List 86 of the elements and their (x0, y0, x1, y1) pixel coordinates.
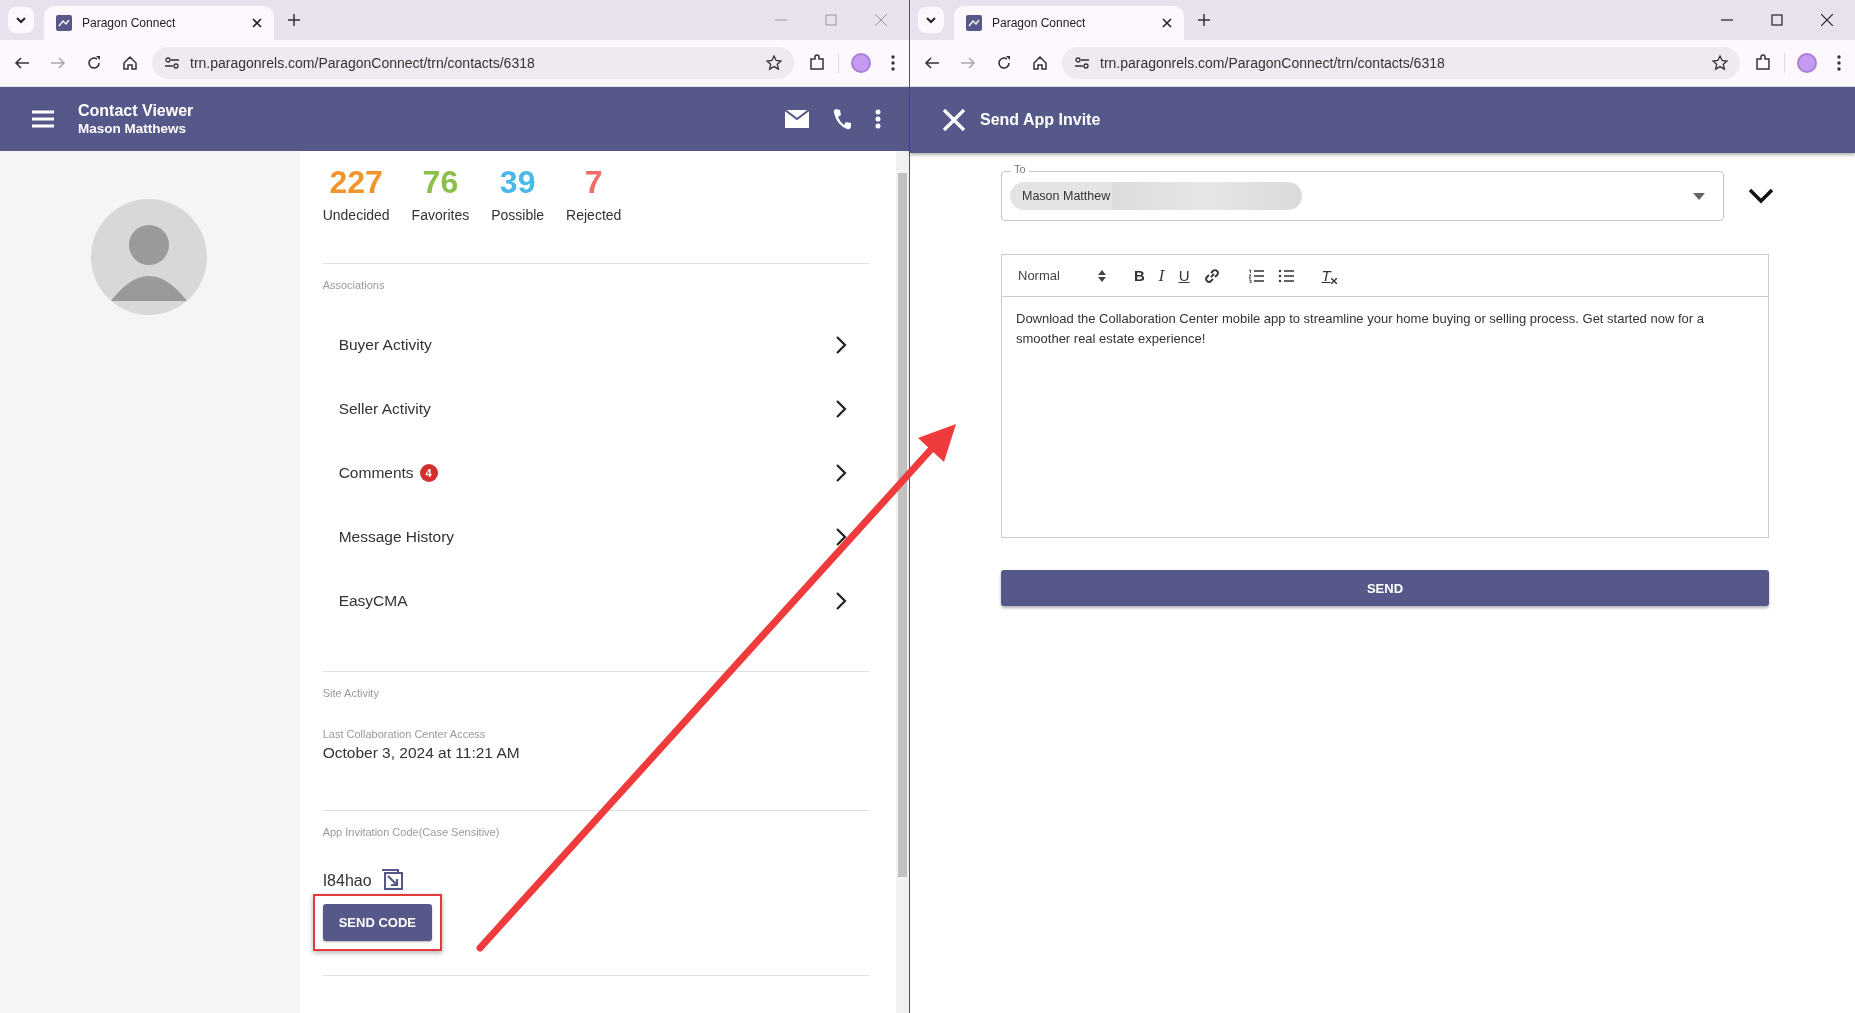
maximize-icon[interactable] (1771, 14, 1783, 26)
contact-name: Mason Matthews (78, 121, 187, 136)
back-icon[interactable] (14, 55, 30, 71)
stat-label: Favorites (411, 207, 470, 223)
stat-count: 76 (422, 163, 459, 201)
mail-icon[interactable] (785, 110, 809, 128)
profile-avatar[interactable] (1797, 53, 1817, 73)
numbered-list-icon[interactable] (1247, 268, 1264, 283)
address-bar[interactable]: trn.paragonrels.com/ParagonConnect/trn/contacts/6318 (152, 47, 794, 79)
send-code-button[interactable]: SEND CODE (322, 904, 432, 941)
extensions-icon[interactable] (808, 54, 826, 72)
home-icon[interactable] (122, 55, 138, 71)
stat-label: Undecided (322, 207, 390, 223)
reload-icon[interactable] (86, 55, 102, 71)
count-badge: 4 (419, 464, 438, 482)
format-select[interactable]: Normal (1018, 268, 1106, 283)
site-logo-icon (966, 15, 982, 31)
new-tab-icon[interactable] (1198, 14, 1210, 26)
profile-avatar[interactable] (851, 53, 871, 73)
tab-title: Paragon Connect (82, 16, 177, 30)
association-item[interactable]: EasyCMA (322, 569, 869, 633)
recipient-chip[interactable]: Mason Matthew (1010, 182, 1113, 210)
chevron-right-icon (835, 335, 847, 355)
url-text: trn.paragonrels.com/ParagonConnect/trn/contacts/6318 (1100, 55, 1446, 71)
browser-tab[interactable]: Paragon Connect (44, 6, 274, 40)
more-icon[interactable] (875, 109, 881, 129)
bookmark-star-icon[interactable] (1712, 55, 1728, 71)
message-text[interactable]: Download the Collaboration Center mobile app to streamline your home buying or selling process. Get started now for a smoother real estate experience! (1002, 297, 1768, 537)
site-logo-icon (56, 15, 72, 31)
association-item[interactable]: Message History (322, 505, 869, 569)
stat-count: 227 (329, 163, 383, 201)
bold-button[interactable]: B (1133, 267, 1145, 284)
chevron-down-icon (925, 14, 937, 26)
underline-button[interactable]: U (1178, 267, 1190, 284)
association-item[interactable]: Comments 4 (322, 441, 869, 505)
stat-label: Rejected (566, 207, 622, 223)
browser-tab[interactable]: Paragon Connect (954, 6, 1184, 40)
close-icon[interactable] (252, 18, 262, 28)
field-label: To (1011, 163, 1029, 175)
new-tab-icon[interactable] (288, 14, 300, 26)
invitation-code: I84hao (322, 872, 372, 890)
sort-arrows-icon (1097, 269, 1106, 282)
copy-icon[interactable] (379, 868, 404, 890)
more-icon[interactable] (1837, 55, 1841, 71)
bullet-list-icon[interactable] (1277, 268, 1294, 283)
close-icon[interactable] (1162, 18, 1172, 28)
url-text: trn.paragonrels.com/ParagonConnect/trn/contacts/6318 (190, 55, 536, 71)
link-icon[interactable] (1203, 267, 1220, 284)
site-settings-icon[interactable] (1074, 55, 1090, 71)
last-access-date: October 3, 2024 at 11:21 AM (322, 744, 521, 762)
chevron-right-icon (835, 591, 847, 611)
reload-icon[interactable] (996, 55, 1012, 71)
close-icon[interactable] (1821, 14, 1833, 26)
dropdown-caret-icon (1693, 192, 1705, 200)
chevron-right-icon (835, 527, 847, 547)
phone-icon[interactable] (833, 108, 851, 130)
home-icon[interactable] (1032, 55, 1048, 71)
back-icon[interactable] (924, 55, 940, 71)
menu-icon[interactable] (32, 110, 54, 128)
section-heading: App Invitation Code(Case Sensitive) (322, 826, 501, 838)
association-item[interactable]: Buyer Activity (322, 313, 869, 377)
dialog-title: Send App Invite (980, 111, 1101, 129)
field-label: Last Collaboration Center Access (322, 728, 487, 740)
chevron-right-icon (835, 399, 847, 419)
tab-list-button[interactable] (918, 7, 944, 33)
stat-label: Possible (491, 207, 545, 223)
chevron-down-icon (15, 14, 27, 26)
stat-count: 7 (584, 163, 603, 201)
chevron-down-icon[interactable] (1748, 188, 1774, 204)
stat-count: 39 (499, 163, 536, 201)
more-icon[interactable] (891, 55, 895, 71)
site-settings-icon[interactable] (164, 55, 180, 71)
section-heading: Associations (322, 279, 386, 291)
tab-title: Paragon Connect (992, 16, 1087, 30)
association-item[interactable]: Seller Activity (322, 377, 869, 441)
bookmark-star-icon[interactable] (766, 55, 782, 71)
scrollbar[interactable] (896, 151, 909, 1013)
address-bar[interactable]: trn.paragonrels.com/ParagonConnect/trn/contacts/6318 (1062, 47, 1740, 79)
extensions-icon[interactable] (1754, 54, 1772, 72)
send-button[interactable]: SEND (1001, 570, 1769, 606)
section-heading: Site Activity (322, 687, 380, 699)
clear-format-button[interactable]: T (1321, 267, 1337, 284)
tab-list-button[interactable] (8, 7, 34, 33)
italic-button[interactable]: I (1158, 266, 1165, 285)
page-title: Contact Viewer (78, 102, 194, 120)
chevron-right-icon (835, 463, 847, 483)
